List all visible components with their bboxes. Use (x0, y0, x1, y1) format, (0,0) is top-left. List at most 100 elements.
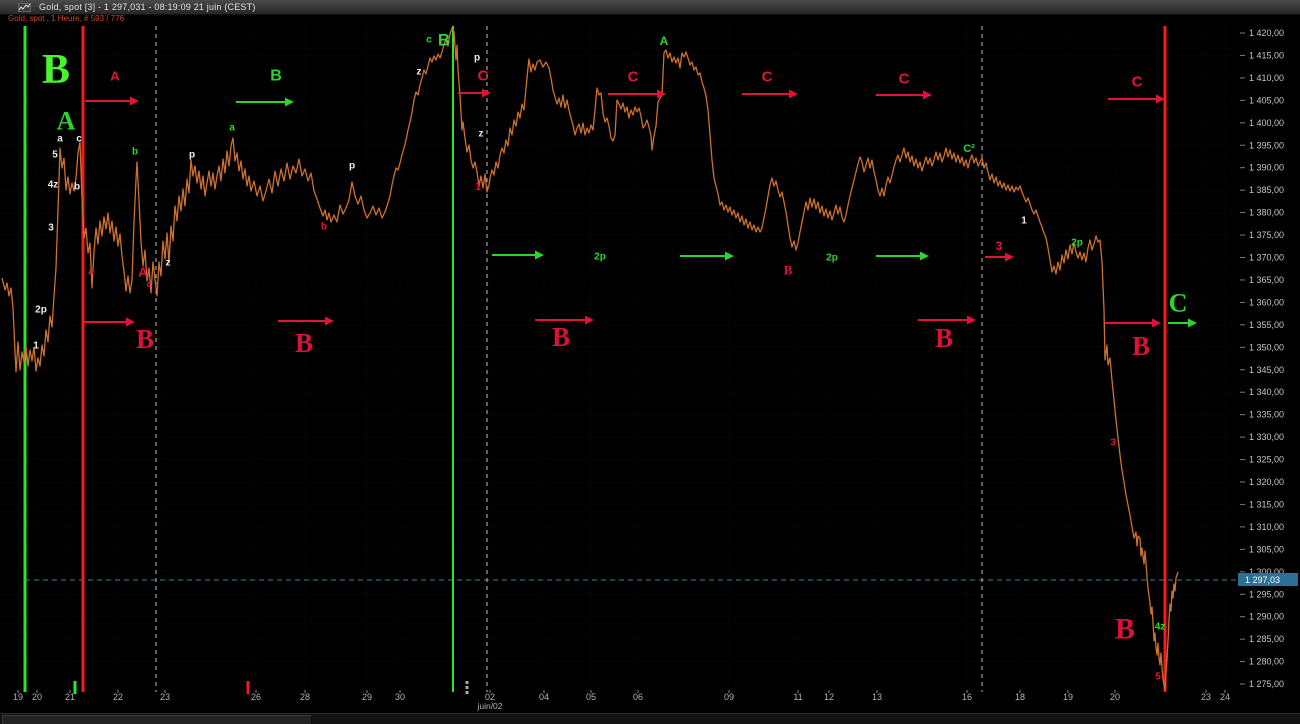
x-axis-label: 04 (539, 692, 549, 702)
wave-label[interactable]: c (76, 134, 82, 145)
wave-label[interactable]: A (110, 69, 120, 84)
wave-label[interactable]: c (146, 279, 151, 289)
wave-label[interactable]: B (136, 324, 154, 354)
x-axis-label: 22 (113, 692, 123, 702)
y-axis-label: 1 335,00 (1249, 410, 1284, 420)
x-axis-label: 18 (1015, 692, 1025, 702)
wave-label[interactable]: z (417, 67, 422, 78)
wave-label[interactable]: 2p (826, 253, 838, 264)
wave-label[interactable]: 3 (996, 239, 1003, 253)
wave-label[interactable]: B (935, 323, 953, 353)
wave-label[interactable]: c (426, 35, 432, 46)
trend-arrow-head[interactable] (967, 316, 976, 325)
wave-label[interactable]: C (1169, 289, 1188, 318)
trend-arrow-head[interactable] (1188, 319, 1197, 328)
trend-arrow-head[interactable] (285, 98, 294, 107)
wave-label[interactable]: a (229, 123, 235, 134)
x-axis-label: 13 (872, 692, 882, 702)
wave-label[interactable]: C (478, 68, 489, 85)
y-axis-label: 1 310,00 (1249, 522, 1284, 532)
y-axis-label: 1 375,00 (1249, 230, 1284, 240)
trend-arrow-head[interactable] (725, 252, 734, 261)
wave-label[interactable]: C (628, 69, 639, 86)
trend-arrow-head[interactable] (920, 252, 929, 261)
x-axis-label: 28 (300, 692, 310, 702)
trend-arrow-head[interactable] (789, 90, 798, 99)
wave-label[interactable]: 3 (1110, 438, 1116, 449)
wave-label[interactable]: B (1115, 613, 1135, 646)
trend-arrow-head[interactable] (325, 317, 334, 326)
y-axis-label: 1 390,00 (1249, 163, 1284, 173)
trend-arrow-head[interactable] (923, 91, 932, 100)
trend-arrow-head[interactable] (657, 90, 666, 99)
wave-label[interactable]: 4z (1155, 622, 1166, 633)
wave-label[interactable]: B (1132, 331, 1150, 361)
wave-label[interactable]: A (138, 265, 148, 280)
wave-label[interactable]: z (166, 258, 171, 269)
wave-label[interactable]: 1 (1021, 216, 1027, 227)
y-axis-label: 1 295,00 (1249, 589, 1284, 599)
x-axis-label: 23 (160, 692, 170, 702)
wave-label[interactable]: a (88, 267, 94, 278)
wave-label[interactable]: B (438, 31, 450, 50)
wave-label[interactable]: C (762, 69, 773, 86)
wave-label[interactable]: b (321, 222, 327, 233)
x-axis-label: 05 (586, 692, 596, 702)
y-axis-label: 1 290,00 (1249, 612, 1284, 622)
wave-label[interactable]: a (57, 134, 63, 145)
wave-label[interactable]: 2p (1071, 238, 1083, 249)
trend-arrow-head[interactable] (585, 316, 594, 325)
x-axis-label: 16 (962, 692, 972, 702)
wave-label[interactable]: B (295, 328, 313, 358)
wave-label[interactable]: b (132, 147, 138, 158)
wave-label[interactable]: 2p (594, 252, 606, 263)
wave-label[interactable]: 5 (1155, 672, 1161, 683)
x-axis-label: 30 (395, 692, 405, 702)
wave-label[interactable]: 5 (52, 150, 58, 161)
y-axis-label: 1 355,00 (1249, 320, 1284, 330)
wave-label[interactable]: C (899, 71, 910, 88)
wave-label[interactable]: 4z (48, 180, 59, 191)
x-axis-label: 24 (1220, 692, 1230, 702)
y-axis-label: 1 370,00 (1249, 253, 1284, 263)
wave-label[interactable]: 1 (475, 181, 481, 193)
wave-label[interactable]: B (784, 263, 793, 278)
y-axis-label: 1 305,00 (1249, 544, 1284, 554)
wave-label[interactable]: p (349, 161, 355, 172)
chart-window: Gold, spot [3] - 1 297,031 - 08:19:09 21… (0, 0, 1300, 724)
x-axis-label: 19 (1063, 692, 1073, 702)
wave-label[interactable]: B (270, 68, 282, 85)
y-axis-label: 1 385,00 (1249, 185, 1284, 195)
y-axis-label: 1 410,00 (1249, 73, 1284, 83)
wave-label[interactable]: p (474, 53, 480, 64)
wave-label[interactable]: p (189, 150, 195, 161)
chart-plot-area[interactable]: BAABBBcBCCACCC²CBBBCBB31aAcb53ac54zb32p1… (0, 0, 1300, 724)
wave-label[interactable]: 1 (33, 341, 39, 352)
y-axis-label: 1 285,00 (1249, 634, 1284, 644)
wave-label[interactable]: C (1132, 74, 1143, 91)
y-axis-label: 1 395,00 (1249, 140, 1284, 150)
trend-arrow-head[interactable] (1152, 319, 1161, 328)
y-axis-label: 1 365,00 (1249, 275, 1284, 285)
y-axis-label: 1 400,00 (1249, 118, 1284, 128)
trend-arrow-head[interactable] (482, 89, 491, 98)
x-axis-label: 29 (362, 692, 372, 702)
wave-label[interactable]: 3 (48, 223, 54, 234)
trend-arrow-head[interactable] (535, 251, 544, 260)
wave-label[interactable]: B (552, 322, 570, 352)
x-axis-label: 20 (1110, 692, 1120, 702)
wave-label[interactable]: b (74, 182, 80, 193)
wave-label[interactable]: z (479, 129, 484, 140)
y-axis-label: 1 415,00 (1249, 50, 1284, 60)
wave-label[interactable]: B (42, 47, 70, 93)
wave-label[interactable]: 2p (35, 305, 47, 316)
y-axis-label: 1 380,00 (1249, 208, 1284, 218)
y-axis-label: 1 350,00 (1249, 342, 1284, 352)
y-axis-label: 1 275,00 (1249, 679, 1284, 689)
wave-label[interactable]: A (57, 107, 76, 136)
trend-arrow-head[interactable] (1005, 253, 1014, 262)
x-axis-label: 06 (633, 692, 643, 702)
trend-arrow-head[interactable] (130, 97, 139, 106)
wave-label[interactable]: C² (963, 143, 975, 155)
wave-label[interactable]: A (660, 34, 669, 48)
